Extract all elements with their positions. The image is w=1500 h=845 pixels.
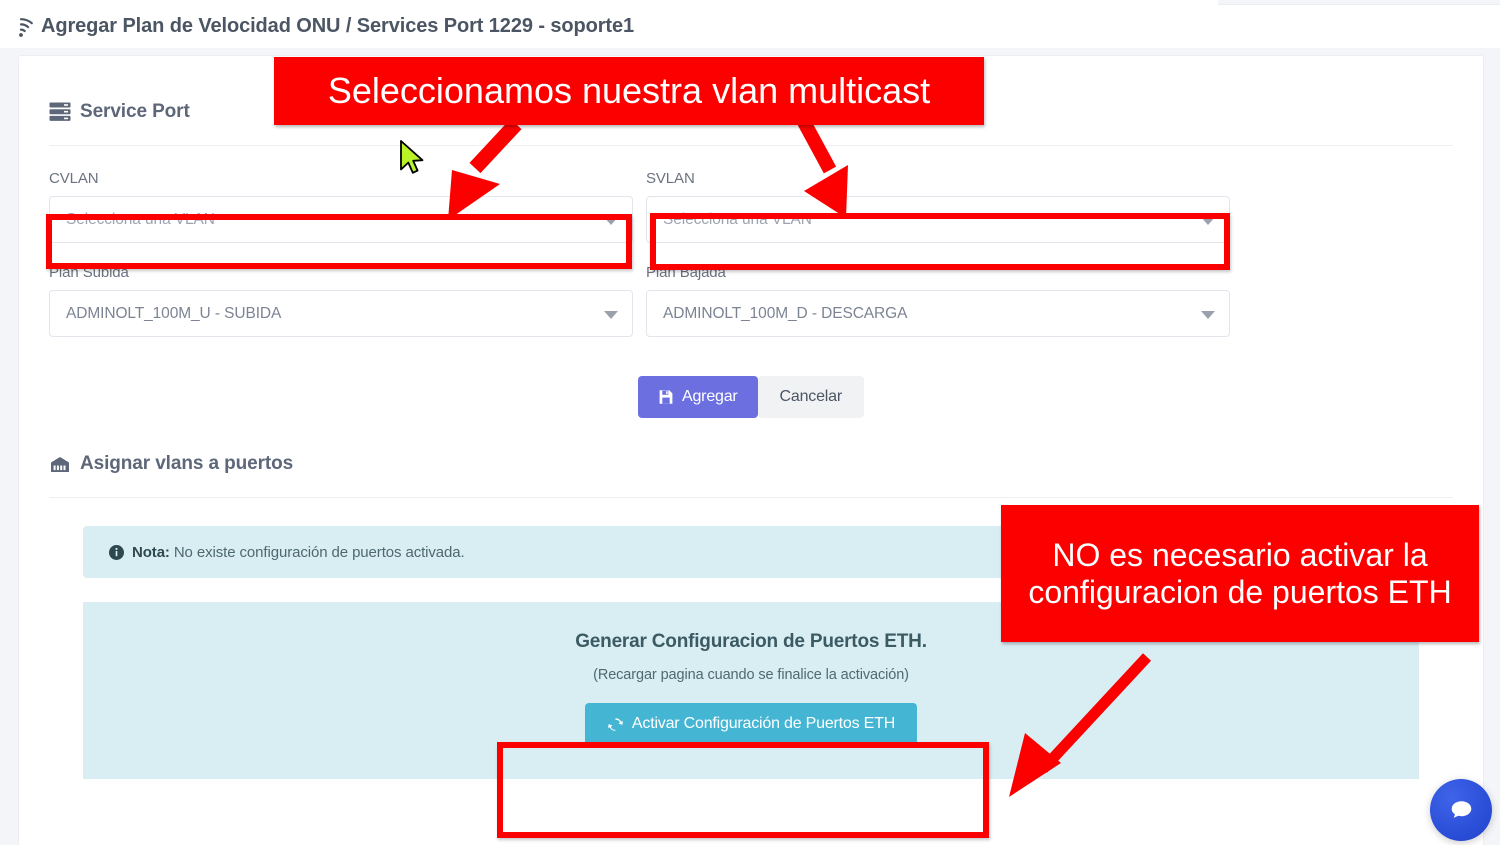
ports-section-title: Asignar vlans a puertos	[80, 453, 294, 474]
ports-section-header: Asignar vlans a puertos	[49, 453, 1453, 475]
note-label: Nota:	[132, 543, 170, 561]
annotation-vlan-text: Seleccionamos nuestra vlan multicast	[327, 70, 931, 112]
activar-configuracion-puertos-eth-button[interactable]: Activar Configuración de Puertos ETH	[584, 703, 918, 745]
svlan-selected-value: Selecciona una VLAN	[663, 210, 812, 228]
cvlan-label: CVLAN	[49, 170, 99, 187]
activation-panel-subtitle: (Recargar pagina cuando se finalice la a…	[593, 667, 909, 683]
page-title: Agregar Plan de Velocidad ONU / Services…	[41, 15, 635, 37]
save-icon	[658, 389, 674, 405]
service-port-title: Service Port	[80, 101, 190, 122]
server-stack-icon	[49, 102, 71, 122]
annotation-eth-text: NO es necesario activar la configuracion…	[1028, 537, 1452, 610]
plan-bajada-field-group: Plan Bajada ADMINOLT_100M_D - DESCARGA	[646, 264, 1230, 337]
plan-bajada-select[interactable]: ADMINOLT_100M_D - DESCARGA	[646, 290, 1230, 337]
plan-subida-selected-value: ADMINOLT_100M_U - SUBIDA	[66, 304, 282, 322]
refresh-icon	[607, 716, 624, 733]
plan-subida-field-group: Plan Subida ADMINOLT_100M_U - SUBIDA	[49, 264, 633, 337]
plan-subida-label: Plan Subida	[49, 264, 129, 281]
svlan-select[interactable]: Selecciona una VLAN	[646, 196, 1230, 243]
cancelar-button[interactable]: Cancelar	[757, 376, 864, 418]
annotation-vlan-box: Seleccionamos nuestra vlan multicast	[274, 57, 984, 125]
activar-button-label: Activar Configuración de Puertos ETH	[631, 715, 896, 732]
chevron-down-icon	[1201, 216, 1215, 225]
chevron-down-icon	[1201, 310, 1215, 319]
chevron-down-icon	[604, 216, 618, 225]
cancelar-button-label: Cancelar	[779, 388, 843, 405]
cvlan-selected-value: Selecciona una VLAN	[66, 210, 215, 228]
card-inner: Service Port CVLAN Selecciona una VLAN S…	[19, 56, 1483, 779]
chevron-down-icon	[604, 310, 618, 319]
main-card: Service Port CVLAN Selecciona una VLAN S…	[18, 55, 1484, 845]
svlan-label: SVLAN	[646, 170, 695, 187]
agregar-button[interactable]: Agregar	[638, 376, 758, 418]
info-circle-icon	[109, 544, 132, 560]
agregar-button-label: Agregar	[682, 388, 738, 405]
plan-field-row: Plan Subida ADMINOLT_100M_U - SUBIDA Pla…	[49, 264, 1453, 337]
svlan-field-group: SVLAN Selecciona una VLAN	[646, 170, 1230, 243]
form-actions: Agregar Cancelar	[49, 376, 1453, 418]
page-header: Agregar Plan de Velocidad ONU / Services…	[0, 5, 1500, 48]
cvlan-select[interactable]: Selecciona una VLAN	[49, 196, 633, 243]
wifi-icon	[8, 16, 41, 38]
plan-bajada-label: Plan Bajada	[646, 264, 726, 281]
vlan-field-row: CVLAN Selecciona una VLAN SVLAN Seleccio…	[49, 170, 1453, 243]
application-root: Agregar Plan de Velocidad ONU / Services…	[0, 0, 1500, 845]
chat-widget-button[interactable]	[1430, 779, 1492, 841]
plan-bajada-selected-value: ADMINOLT_100M_D - DESCARGA	[663, 304, 908, 322]
chat-bubble-icon	[1448, 797, 1475, 824]
note-text: No existe configuración de puertos activ…	[173, 543, 465, 561]
cvlan-field-group: CVLAN Selecciona una VLAN	[49, 170, 633, 243]
ethernet-port-icon	[49, 455, 71, 473]
plan-subida-select[interactable]: ADMINOLT_100M_U - SUBIDA	[49, 290, 633, 337]
annotation-eth-box: NO es necesario activar la configuracion…	[1001, 505, 1479, 642]
